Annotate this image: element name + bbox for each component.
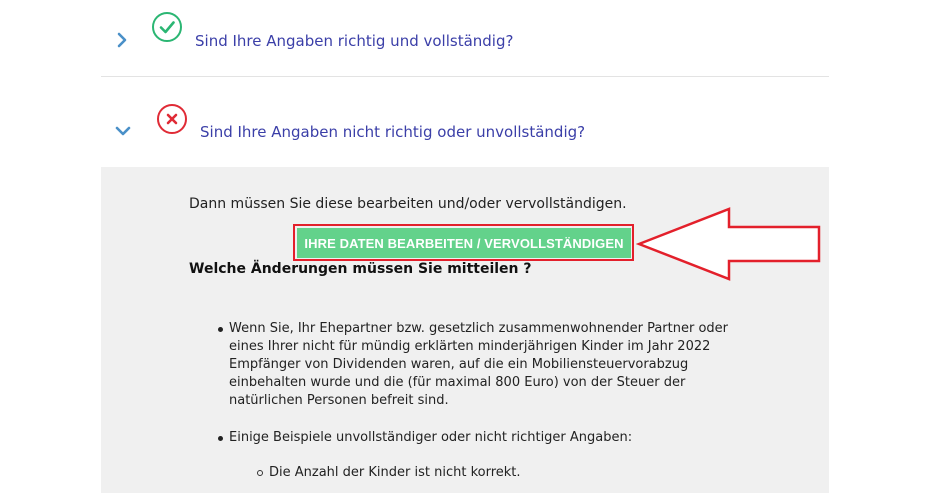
accordion-title-correct[interactable]: Sind Ihre Angaben richtig und vollständi…	[195, 31, 513, 51]
accordion-item-incorrect[interactable]: Sind Ihre Angaben nicht richtig oder unv…	[101, 77, 829, 167]
example-list: Die Anzahl der Kinder ist nicht korrekt.	[256, 464, 521, 482]
list-item: Die Anzahl der Kinder ist nicht korrekt.	[257, 465, 521, 480]
check-circle-icon	[152, 12, 182, 42]
page: Sind Ihre Angaben richtig und vollständi…	[0, 0, 934, 493]
list-item: Wenn Sie, Ihr Ehepartner bzw. gesetzlich…	[218, 320, 749, 410]
section-heading: Welche Änderungen müssen Sie mitteilen ?	[189, 261, 532, 277]
chevron-down-icon[interactable]	[114, 122, 132, 140]
chevron-right-icon[interactable]	[113, 31, 131, 49]
panel-intro-text: Dann müssen Sie diese bearbeiten und/ode…	[189, 196, 627, 212]
change-list: Wenn Sie, Ihr Ehepartner bzw. gesetzlich…	[214, 320, 749, 447]
edit-data-button[interactable]: IHRE DATEN BEARBEITEN / VERVOLLSTÄNDIGEN	[297, 228, 631, 258]
accordion-title-incorrect[interactable]: Sind Ihre Angaben nicht richtig oder unv…	[200, 122, 585, 142]
accordion: Sind Ihre Angaben richtig und vollständi…	[101, 0, 829, 493]
accordion-item-correct[interactable]: Sind Ihre Angaben richtig und vollständi…	[101, 0, 829, 77]
accordion-panel: Dann müssen Sie diese bearbeiten und/ode…	[101, 167, 829, 493]
list-item: Einige Beispiele unvollständiger oder ni…	[218, 429, 749, 447]
x-circle-icon	[157, 104, 187, 134]
